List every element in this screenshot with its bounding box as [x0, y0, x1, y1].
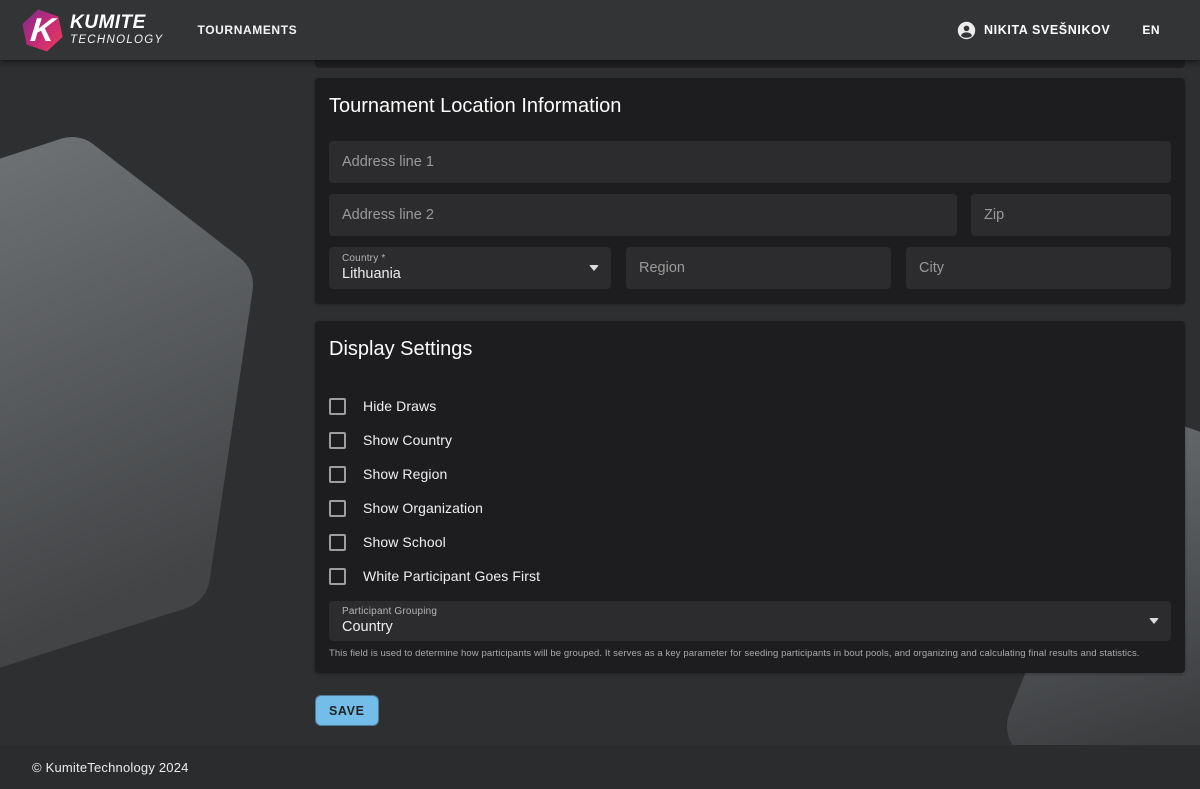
location-info-card: Tournament Location Information Country …	[315, 78, 1185, 304]
account-circle-icon	[957, 21, 976, 40]
grouping-select-value: Country	[342, 619, 1141, 636]
brand-subname: TECHNOLOGY	[70, 35, 164, 47]
checkbox-show-region[interactable]: Show Region	[329, 465, 1171, 483]
checkbox-hide-draws[interactable]: Hide Draws	[329, 397, 1171, 415]
location-card-title: Tournament Location Information	[329, 92, 1171, 120]
checkbox-box-icon[interactable]	[329, 466, 346, 483]
brand-text: KUMITE TECHNOLOGY	[70, 13, 164, 47]
participant-grouping-select[interactable]: Participant Grouping Country	[329, 601, 1171, 641]
grouping-helper-text: This field is used to determine how part…	[329, 648, 1171, 659]
user-menu[interactable]: NIKITA SVEŠNIKOV	[957, 21, 1110, 40]
brand-letter: K	[29, 12, 56, 45]
chevron-down-icon	[1149, 618, 1159, 624]
checkbox-box-icon[interactable]	[329, 432, 346, 449]
checkbox-label: White Participant Goes First	[363, 568, 540, 584]
display-settings-card: Display Settings Hide Draws Show Country…	[315, 321, 1185, 673]
checkbox-show-country[interactable]: Show Country	[329, 431, 1171, 449]
language-switcher[interactable]: EN	[1142, 23, 1160, 37]
save-button[interactable]: SAVE	[315, 695, 379, 726]
left-pentagon-shape	[0, 172, 218, 650]
checkbox-show-organization[interactable]: Show Organization	[329, 499, 1171, 517]
nav-item-tournaments[interactable]: TOURNAMENTS	[198, 23, 298, 37]
brand-name: KUMITE	[70, 13, 164, 32]
checkbox-show-school[interactable]: Show School	[329, 533, 1171, 551]
city-input[interactable]	[906, 247, 1171, 289]
country-select[interactable]: Country * Lithuania	[329, 247, 611, 289]
main-content-column: Tournament Location Information Country …	[315, 60, 1185, 726]
checkbox-label: Show Organization	[363, 500, 483, 516]
zip-input[interactable]	[971, 194, 1171, 236]
page-body: Tournament Location Information Country …	[0, 60, 1200, 745]
display-card-title: Display Settings	[329, 335, 1171, 363]
checkbox-box-icon[interactable]	[329, 398, 346, 415]
checkbox-list: Hide Draws Show Country Show Region Show…	[329, 397, 1171, 585]
country-select-value: Lithuania	[342, 266, 581, 283]
checkbox-label: Show Country	[363, 432, 452, 448]
region-input[interactable]	[626, 247, 891, 289]
checkbox-label: Show Region	[363, 466, 447, 482]
top-navbar: K KUMITE TECHNOLOGY TOURNAMENTS NIKITA S…	[0, 0, 1200, 60]
checkbox-box-icon[interactable]	[329, 568, 346, 585]
country-select-label: Country *	[342, 253, 581, 265]
checkbox-label: Show School	[363, 534, 446, 550]
checkbox-white-participant-first[interactable]: White Participant Goes First	[329, 567, 1171, 585]
checkbox-box-icon[interactable]	[329, 500, 346, 517]
user-name: NIKITA SVEŠNIKOV	[984, 23, 1110, 37]
address-line-2-input[interactable]	[329, 194, 957, 236]
brand-logo[interactable]: K KUMITE TECHNOLOGY	[24, 9, 164, 52]
checkbox-box-icon[interactable]	[329, 534, 346, 551]
grouping-select-label: Participant Grouping	[342, 606, 1141, 618]
address-line-1-input[interactable]	[329, 141, 1171, 183]
page-footer: © KumiteTechnology 2024	[0, 745, 1200, 789]
copyright-text: © KumiteTechnology 2024	[32, 760, 189, 775]
chevron-down-icon	[589, 265, 599, 271]
checkbox-label: Hide Draws	[363, 398, 436, 414]
brand-hexagon-icon: K	[20, 5, 65, 55]
previous-card-partial	[315, 60, 1185, 68]
